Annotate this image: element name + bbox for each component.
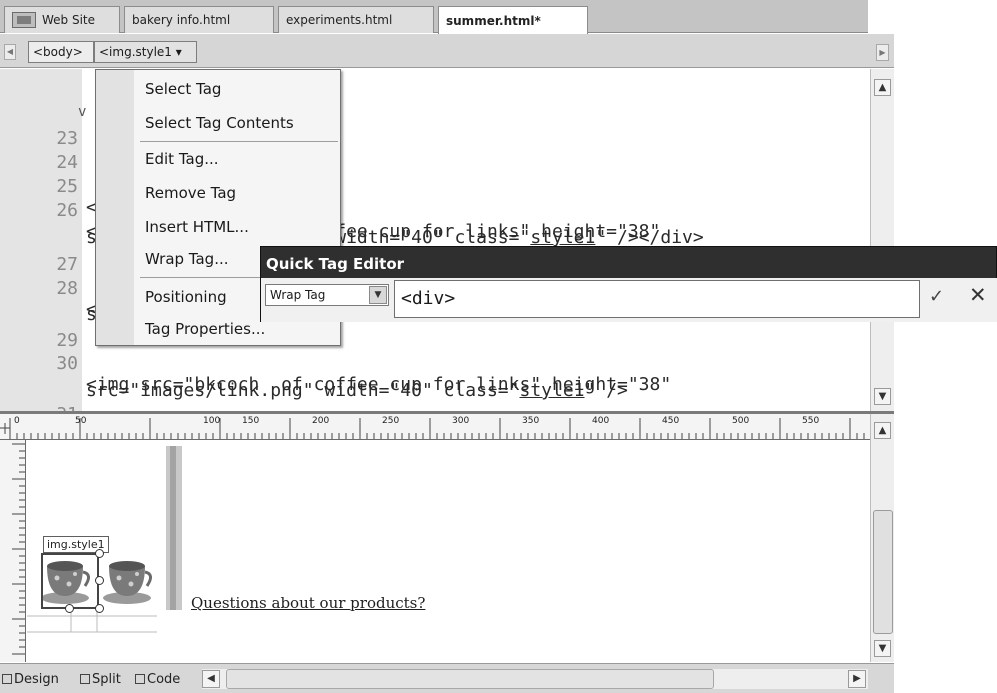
code-view-label: Code — [147, 672, 181, 687]
menu-separator — [140, 141, 338, 142]
window-margin — [894, 413, 997, 693]
code-vertical-scrollbar[interactable]: ▲ ▼ — [870, 69, 894, 411]
scroll-thumb[interactable] — [873, 510, 893, 634]
vertical-ruler — [0, 440, 26, 662]
menu-item-select-tag-contents[interactable]: Select Tag Contents — [145, 114, 294, 132]
ruler-label: 100 — [203, 416, 221, 426]
menu-item-select-tag[interactable]: Select Tag — [145, 80, 221, 98]
ruler-label: 0 — [14, 416, 20, 426]
vertical-ruler-ticks — [12, 443, 25, 655]
ruler-label: 400 — [592, 416, 610, 426]
tag-input[interactable]: <div> — [394, 280, 920, 318]
menu-item-tag-properties[interactable]: Tag Properties... — [145, 320, 265, 338]
ruler-label: 250 — [382, 416, 400, 426]
ruler-label: 50 — [75, 416, 87, 426]
view-switcher-bar: Design Split Code ◀ ▶ — [0, 663, 894, 693]
quick-tag-editor: Quick Tag Editor Wrap Tag ▼ <div> ✓ ✕ — [260, 246, 997, 322]
tag-selector-img[interactable]: <img.style1 ▾ — [94, 41, 197, 63]
design-view-label: Design — [14, 672, 59, 687]
tagbar-scroll-right-icon[interactable]: ▶ — [876, 44, 889, 61]
tab-label: summer.html* — [446, 13, 541, 28]
ruler-label: 350 — [522, 416, 540, 426]
scroll-up-icon[interactable]: ▲ — [874, 422, 891, 439]
tag-selector-bar: ◀ <body> <img.style1 ▾ ▶ — [0, 34, 894, 68]
design-view[interactable] — [27, 440, 870, 662]
design-canvas — [27, 446, 182, 633]
quick-tag-editor-body: Wrap Tag ▼ <div> ✓ ✕ — [261, 278, 997, 322]
tab-label: experiments.html — [286, 13, 393, 27]
tab-label: bakery info.html — [132, 13, 231, 27]
ruler-label: 500 — [732, 416, 750, 426]
ruler-label: 200 — [312, 416, 330, 426]
resize-handle-top-right[interactable] — [95, 549, 104, 558]
window-margin — [894, 34, 997, 413]
split-view-icon — [80, 674, 90, 684]
tab-experiments[interactable]: experiments.html — [278, 6, 434, 33]
tab-bakery-info[interactable]: bakery info.html — [124, 6, 274, 33]
tab-label: Web Site — [42, 13, 96, 27]
close-icon[interactable]: ✕ — [969, 283, 987, 307]
split-view-button[interactable]: Split — [80, 672, 121, 687]
design-view-button[interactable]: Design — [2, 672, 59, 687]
quick-tag-editor-title: Quick Tag Editor — [266, 255, 405, 273]
menu-item-insert-html[interactable]: Insert HTML... — [145, 218, 249, 236]
code-view-button[interactable]: Code — [135, 672, 180, 687]
document-tabstrip: Web Site bakery info.html experiments.ht… — [0, 0, 868, 34]
scroll-up-icon[interactable]: ▲ — [874, 79, 891, 96]
window-edge — [868, 0, 997, 33]
menu-item-positioning[interactable]: Positioning — [145, 288, 227, 306]
menu-item-remove-tag[interactable]: Remove Tag — [145, 184, 236, 202]
design-vertical-scrollbar[interactable]: ▲ ▼ — [870, 414, 894, 662]
scroll-left-icon[interactable]: ◀ — [202, 670, 220, 688]
code-line: 31 — [0, 383, 870, 411]
mode-select-value: Wrap Tag — [270, 288, 326, 302]
tagbar-scroll-left-icon[interactable]: ◀ — [4, 44, 16, 60]
ruler-label: 300 — [452, 416, 470, 426]
scroll-down-icon[interactable]: ▼ — [874, 388, 891, 405]
image-selection-box[interactable] — [41, 553, 99, 609]
tab-web-site[interactable]: Web Site — [4, 6, 120, 33]
split-view-label: Split — [92, 672, 121, 687]
ruler-label: 450 — [662, 416, 680, 426]
tab-summer-active[interactable]: summer.html* — [438, 6, 588, 34]
horizontal-scrollbar[interactable]: ◀ ▶ — [202, 669, 868, 689]
horizontal-ruler: 0 50 100 150 200 250 300 350 400 450 500… — [0, 414, 870, 440]
scroll-right-icon[interactable]: ▶ — [848, 670, 866, 688]
coffee-cup-icon — [103, 561, 152, 604]
code-view-icon — [135, 674, 145, 684]
menu-item-edit-tag[interactable]: Edit Tag... — [145, 150, 219, 168]
design-view-icon — [2, 674, 12, 684]
ruler-label: 550 — [802, 416, 820, 426]
website-icon — [12, 12, 36, 28]
tag-selector-body[interactable]: <body> — [28, 41, 94, 63]
scroll-thumb[interactable] — [226, 669, 714, 689]
decorative-stripe — [170, 446, 176, 610]
scroll-down-icon[interactable]: ▼ — [874, 640, 891, 657]
menu-item-wrap-tag[interactable]: Wrap Tag... — [145, 250, 229, 268]
resize-handle-bottom[interactable] — [65, 604, 74, 613]
chevron-down-icon[interactable]: ▼ — [369, 286, 387, 304]
mode-select[interactable]: Wrap Tag ▼ — [265, 284, 389, 306]
questions-link[interactable]: Questions about our products? — [191, 594, 425, 612]
checkmark-icon[interactable]: ✓ — [929, 286, 944, 307]
menu-icon-column — [96, 70, 134, 345]
resize-handle-right[interactable] — [95, 576, 104, 585]
resize-handle-bottom-right[interactable] — [95, 604, 104, 613]
ruler-label: 150 — [242, 416, 260, 426]
